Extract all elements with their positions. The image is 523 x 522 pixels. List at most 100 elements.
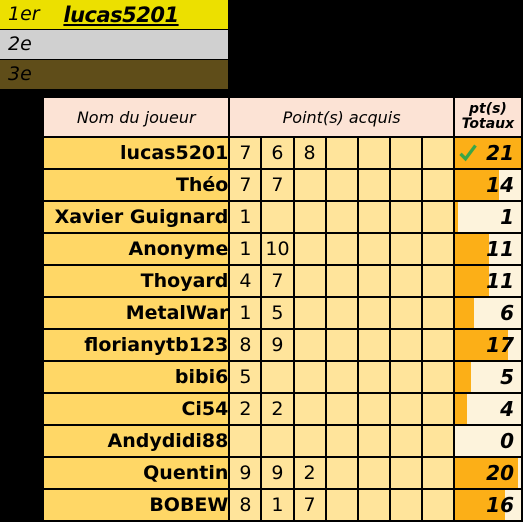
point-cell [356,200,391,234]
point-cell [292,424,327,458]
player-name-cell: MetalWar [41,296,231,330]
point-cell [388,360,423,394]
total-value: 14 [486,173,514,197]
total-points-cell: 11 [452,232,523,266]
total-value-wrap: 6 [456,299,520,327]
point-cell [292,168,327,202]
point-cell: 5 [260,296,295,330]
point-cell [260,424,295,458]
point-cell: 5 [228,360,263,394]
total-value-wrap: 4 [456,395,520,423]
point-cell [292,264,327,298]
point-cell [356,392,391,426]
point-cell [388,424,423,458]
header-player-name: Nom du joueur [41,96,231,138]
player-name-cell: Andydidi88 [41,424,231,458]
player-name-cell: Xavier Guignard [41,200,231,234]
point-cell [420,488,455,522]
point-cell [324,168,359,202]
player-name-cell: Anonyme [41,232,231,266]
total-points-cell: 0 [452,424,523,458]
point-cell [324,232,359,266]
point-cell: 7 [228,136,263,170]
total-points-cell: 11 [452,264,523,298]
point-cell: 2 [292,456,327,490]
point-cell [324,296,359,330]
point-cell [388,168,423,202]
total-value-wrap: 1 [456,203,520,231]
table-row: lucas5201 7 6 8 21 [41,136,523,170]
total-value: 6 [500,301,514,325]
podium-winner-name: lucas5201 [63,2,179,27]
point-cell [324,264,359,298]
point-cell: 4 [228,264,263,298]
total-value-wrap: 5 [456,363,520,391]
scoreboard-table: Nom du joueur Point(s) acquis pt(s) Tota… [41,96,523,522]
total-value-wrap: 17 [456,331,520,359]
point-cell [356,328,391,362]
point-cell [292,328,327,362]
table-row: MetalWar 1 5 6 [41,296,523,330]
point-cell: 8 [292,136,327,170]
point-cell [388,264,423,298]
total-value: 0 [500,429,514,453]
total-value-wrap: 11 [456,267,520,295]
total-value: 11 [486,237,514,261]
total-points-cell: 14 [452,168,523,202]
header-points-acquired: Point(s) acquis [228,96,455,138]
player-name-cell: florianytb123 [41,328,231,362]
point-cell [356,360,391,394]
total-points-cell: 1 [452,200,523,234]
player-name-cell: BOBEW [41,488,231,522]
header-row: Nom du joueur Point(s) acquis pt(s) Tota… [41,96,523,138]
total-value: 4 [500,397,514,421]
table-row: Théo 7 7 14 [41,168,523,202]
point-cell [356,264,391,298]
point-cell: 9 [228,456,263,490]
table-row: Andydidi88 0 [41,424,523,458]
podium-rank-label: 3e [8,63,32,85]
point-cell: 1 [228,232,263,266]
table-row: Anonyme 1 10 11 [41,232,523,266]
table-row: BOBEW 8 1 7 16 [41,488,523,522]
point-cell [388,488,423,522]
player-name-cell: Théo [41,168,231,202]
table-row: florianytb123 8 9 17 [41,328,523,362]
total-points-cell: 5 [452,360,523,394]
total-points-cell: 6 [452,296,523,330]
point-cell [292,360,327,394]
point-cell [292,392,327,426]
point-cell: 1 [228,296,263,330]
point-cell [420,264,455,298]
point-cell: 2 [260,392,295,426]
total-value-wrap: 11 [456,235,520,263]
total-points-cell: 21 [452,136,523,170]
point-cell: 9 [260,456,295,490]
point-cell [356,424,391,458]
point-cell: 9 [260,328,295,362]
point-cell: 7 [228,168,263,202]
player-name-cell: bibi6 [41,360,231,394]
point-cell [356,456,391,490]
table-row: Quentin 9 9 2 20 [41,456,523,490]
point-cell [260,360,295,394]
podium-row-2: 2e [0,30,228,60]
player-name-cell: Ci54 [41,392,231,426]
point-cell [292,232,327,266]
point-cell [260,200,295,234]
point-cell [420,200,455,234]
player-name-cell: Quentin [41,456,231,490]
header-total-points: pt(s) Totaux [452,96,523,138]
point-cell [388,456,423,490]
point-cell [420,392,455,426]
point-cell [356,168,391,202]
point-cell [388,296,423,330]
point-cell [420,232,455,266]
point-cell [324,200,359,234]
point-cell [388,232,423,266]
total-value: 16 [486,493,514,517]
point-cell [420,136,455,170]
point-cell [420,424,455,458]
total-points-cell: 20 [452,456,523,490]
table-body: lucas5201 7 6 8 21 Théo 7 7 14 Xavier Guignard 1 1 A… [41,136,523,522]
